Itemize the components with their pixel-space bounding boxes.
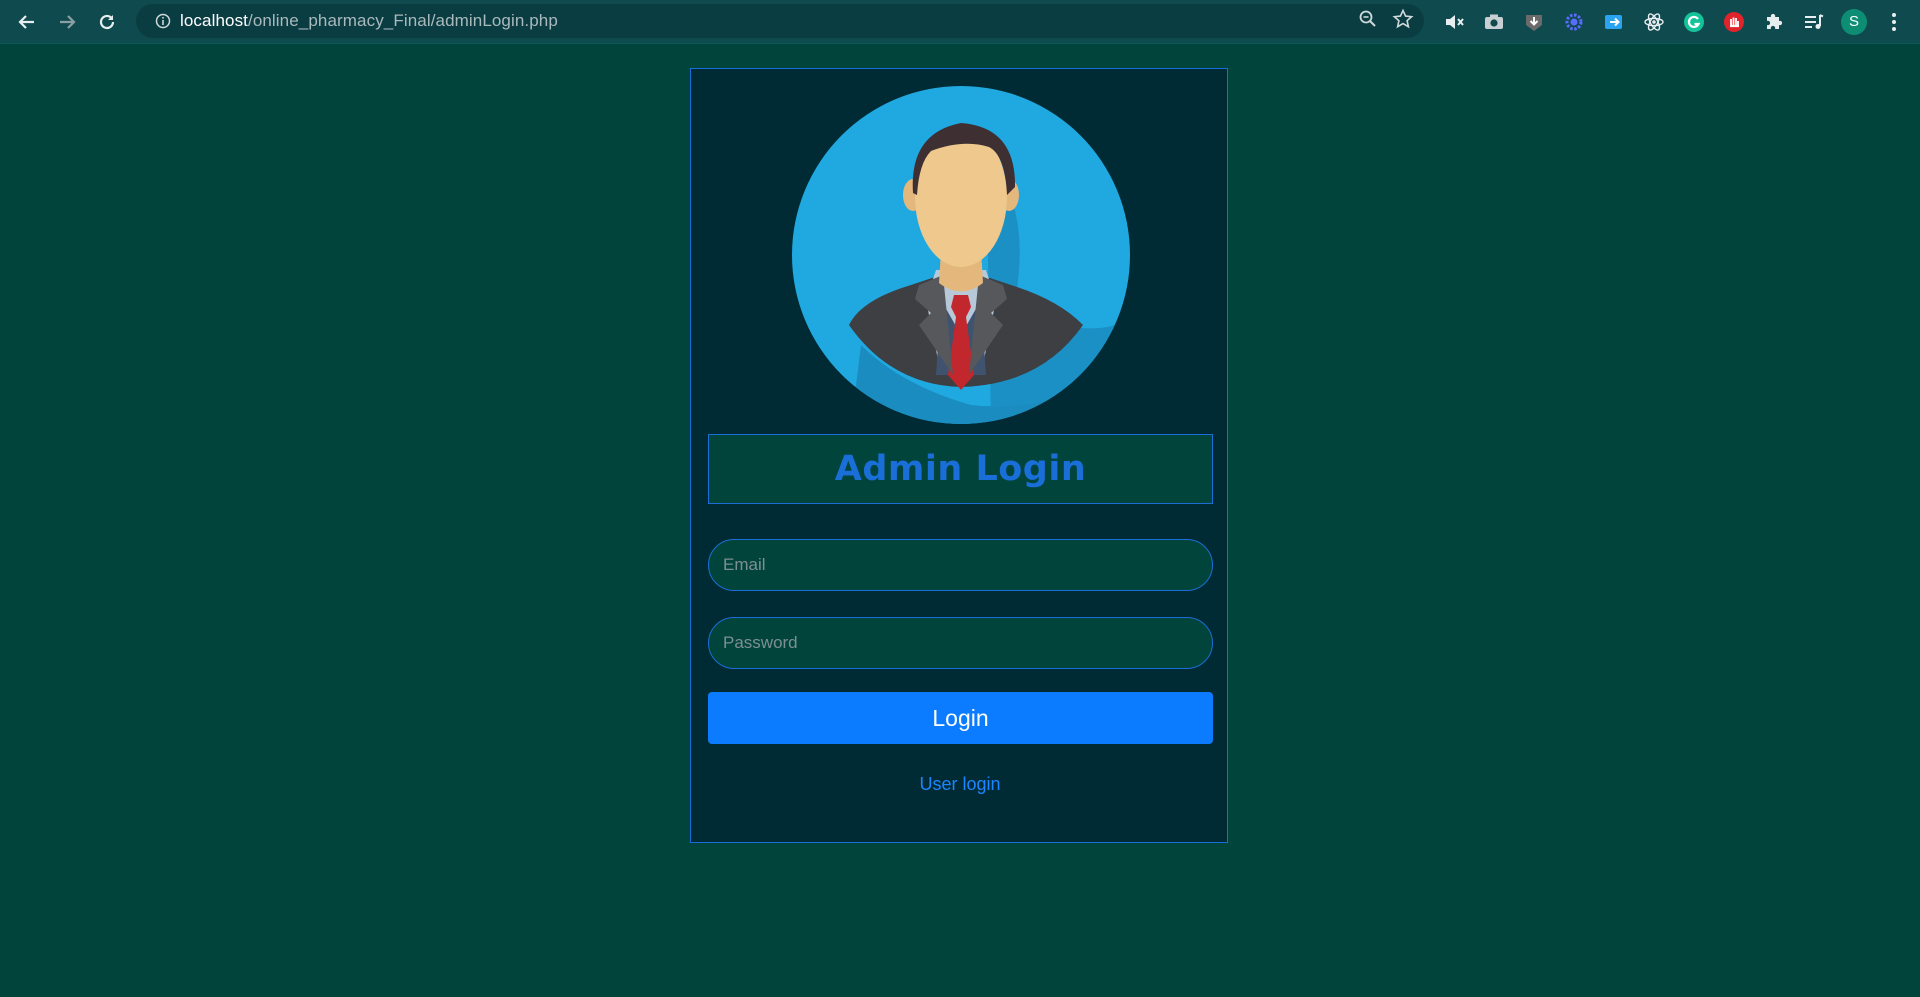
admin-avatar-image [792,86,1130,424]
extension-gear-icon[interactable] [1554,0,1594,43]
browser-toolbar: localhost/online_pharmacy_Final/adminLog… [0,0,1920,44]
profile-avatar[interactable]: S [1834,0,1874,43]
adblock-hand-icon[interactable] [1714,0,1754,43]
forward-arrow-icon [60,14,76,29]
url-text[interactable]: localhost/online_pharmacy_Final/adminLog… [180,11,558,31]
email-field[interactable] [708,539,1213,591]
address-bar[interactable]: localhost/online_pharmacy_Final/adminLog… [136,4,1424,38]
login-button[interactable]: Login [708,692,1213,744]
grammarly-icon[interactable] [1674,0,1714,43]
bookmark-star-icon[interactable] [1392,8,1414,35]
page-title-box: Admin Login [708,434,1213,504]
mute-icon[interactable] [1434,0,1474,43]
user-login-link[interactable]: User login [691,774,1229,795]
admin-login-card: Admin Login Login User login [690,68,1228,843]
menu-dots-icon[interactable] [1874,0,1914,43]
page-title: Admin Login [834,449,1087,489]
camera-icon[interactable] [1474,0,1514,43]
site-info-icon[interactable] [146,13,180,29]
back-arrow-icon [18,14,34,29]
puzzle-extensions-icon[interactable] [1754,0,1794,43]
media-control-icon[interactable] [1794,0,1834,43]
password-field[interactable] [708,617,1213,669]
profile-initial: S [1841,8,1867,35]
url-host: localhost [180,11,248,30]
back-button[interactable] [7,0,47,43]
reload-button[interactable] [87,0,127,43]
reload-icon [99,14,115,29]
forward-button[interactable] [47,0,87,43]
send-tab-icon[interactable] [1594,0,1634,43]
zoom-icon[interactable] [1358,9,1378,34]
download-icon[interactable] [1514,0,1554,43]
url-path: /online_pharmacy_Final/adminLogin.php [248,11,558,30]
extensions-bar: S [1434,0,1914,43]
react-icon[interactable] [1634,0,1674,43]
